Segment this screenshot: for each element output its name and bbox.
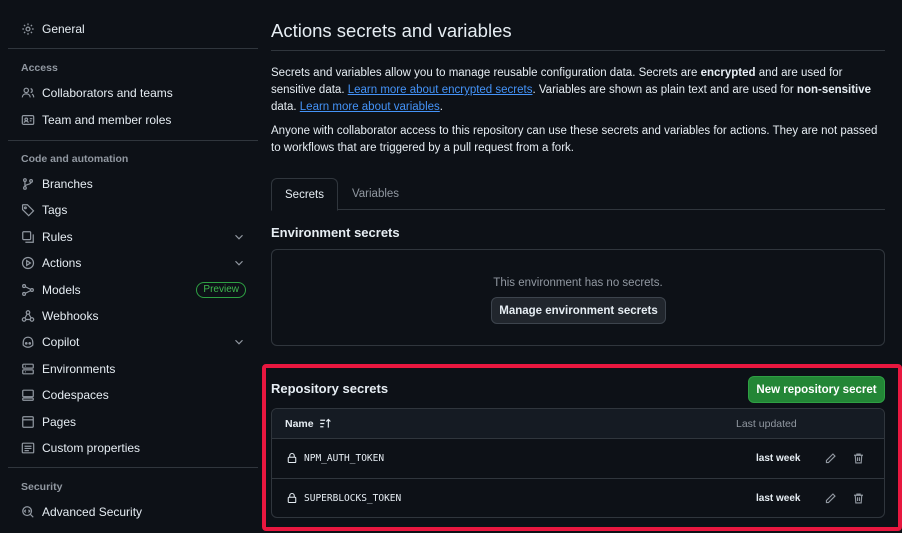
secret-name-cell: NPM_AUTH_TOKEN: [286, 452, 384, 464]
sidebar-item-label: Copilot: [42, 335, 80, 349]
sidebar-item-label: Codespaces: [42, 388, 109, 402]
copilot-icon: [21, 335, 35, 349]
sidebar-item-label: Tags: [42, 203, 68, 217]
people-icon: [21, 86, 35, 100]
secret-name: NPM_AUTH_TOKEN: [304, 452, 385, 464]
intro-bold-non-sensitive: non-sensitive: [796, 84, 872, 96]
sidebar-item-label: Team and member roles: [42, 113, 172, 127]
sidebar-item-label: Rules: [42, 230, 73, 244]
sort-icon[interactable]: [319, 417, 332, 430]
title-divider: [271, 50, 885, 51]
manage-environment-secrets-button[interactable]: Manage environment secrets: [491, 297, 666, 324]
intro-text: Secrets and variables allow you to manag…: [271, 67, 701, 79]
intro-text: . Variables are shown as plain text and …: [532, 84, 797, 96]
environment-secrets-heading: Environment secrets: [271, 225, 400, 240]
sidebar-item-codespaces[interactable]: Codespaces: [8, 382, 258, 408]
settings-sidebar: General Access Collaborators and teams T…: [0, 0, 258, 533]
section-label-security: Security: [21, 481, 63, 493]
column-header-name[interactable]: Name: [285, 417, 332, 430]
chevron-down-icon[interactable]: [232, 335, 246, 349]
tag-icon: [21, 203, 35, 217]
secret-name-cell: SUPERBLOCKS_TOKEN: [286, 492, 401, 504]
play-circle-icon: [21, 256, 35, 270]
tab-bar: Secrets Variables: [271, 178, 885, 211]
sidebar-item-label: Environments: [42, 362, 116, 376]
repository-secrets-heading: Repository secrets: [271, 381, 389, 396]
table-row: SUPERBLOCKS_TOKEN last week: [272, 479, 884, 517]
sidebar-item-label: Custom properties: [42, 441, 141, 455]
note-icon: [21, 441, 35, 455]
secret-updated: last week: [756, 493, 801, 504]
sidebar-item-label: Webhooks: [42, 309, 99, 323]
gear-icon: [21, 22, 35, 36]
sidebar-item-pages[interactable]: Pages: [8, 409, 258, 435]
intro-paragraph: Secrets and variables allow you to manag…: [271, 65, 881, 116]
link-variables[interactable]: Learn more about variables: [300, 101, 440, 113]
sidebar-divider: [8, 48, 258, 49]
sidebar-item-branches[interactable]: Branches: [8, 171, 258, 197]
models-icon: [21, 283, 35, 297]
pencil-icon[interactable]: [824, 492, 837, 505]
trash-icon[interactable]: [852, 452, 865, 465]
webhook-icon: [21, 309, 35, 323]
tab-secrets[interactable]: Secrets: [271, 178, 338, 211]
sidebar-item-environments[interactable]: Environments: [8, 356, 258, 382]
intro-text: .: [439, 101, 443, 113]
repository-secrets-table: Name Last updated NPM_AUTH_TOKEN last we…: [271, 408, 885, 518]
sidebar-divider: [8, 467, 258, 468]
pencil-icon[interactable]: [824, 452, 837, 465]
secret-updated: last week: [756, 453, 801, 464]
sidebar-item-models[interactable]: Models Preview: [8, 277, 258, 303]
sidebar-item-label: General: [42, 22, 85, 36]
sidebar-item-rules[interactable]: Rules: [8, 224, 258, 250]
preview-badge: Preview: [196, 282, 246, 298]
section-label-code-automation: Code and automation: [21, 153, 129, 165]
table-header: Name Last updated: [272, 409, 884, 439]
lock-icon: [287, 492, 297, 504]
sidebar-item-label: Models: [42, 283, 81, 297]
sidebar-divider: [8, 140, 258, 141]
intro-text: data.: [271, 101, 300, 113]
sidebar-item-custom-properties[interactable]: Custom properties: [8, 435, 258, 461]
empty-state-text: This environment has no secrets.: [493, 277, 663, 289]
section-label-access: Access: [21, 62, 58, 74]
sidebar-item-tags[interactable]: Tags: [8, 197, 258, 223]
codescan-icon: [21, 505, 35, 519]
sidebar-item-collaborators[interactable]: Collaborators and teams: [8, 80, 258, 106]
sidebar-item-team-roles[interactable]: Team and member roles: [8, 107, 258, 133]
column-header-label: Name: [285, 417, 314, 430]
access-note: Anyone with collaborator access to this …: [271, 125, 878, 154]
link-encrypted-secrets[interactable]: Learn more about encrypted secrets: [348, 84, 533, 96]
codespaces-icon: [21, 388, 35, 402]
sidebar-item-label: Pages: [42, 415, 77, 429]
table-row: NPM_AUTH_TOKEN last week: [272, 439, 884, 479]
environment-secrets-panel: This environment has no secrets. Manage …: [271, 249, 885, 346]
chevron-down-icon[interactable]: [232, 256, 246, 270]
page-title: Actions secrets and variables: [271, 20, 512, 41]
server-icon: [21, 362, 35, 376]
browser-icon: [21, 415, 35, 429]
sidebar-item-advanced-security[interactable]: Advanced Security: [8, 499, 258, 525]
sidebar-item-label: Actions: [42, 256, 82, 270]
trash-icon[interactable]: [852, 492, 865, 505]
sidebar-item-copilot[interactable]: Copilot: [8, 329, 258, 355]
lock-icon: [287, 452, 297, 464]
rules-icon: [21, 230, 35, 244]
sidebar-item-general[interactable]: General: [8, 16, 258, 42]
sidebar-item-label: Branches: [42, 177, 93, 191]
column-header-last-updated: Last updated: [736, 418, 797, 430]
sidebar-item-webhooks[interactable]: Webhooks: [8, 303, 258, 329]
tab-variables[interactable]: Variables: [338, 178, 413, 210]
sidebar-item-label: Collaborators and teams: [42, 86, 173, 100]
branch-icon: [21, 177, 35, 191]
sidebar-item-actions[interactable]: Actions: [8, 250, 258, 276]
secret-name: SUPERBLOCKS_TOKEN: [304, 492, 402, 504]
chevron-down-icon[interactable]: [232, 230, 246, 244]
new-repository-secret-button[interactable]: New repository secret: [748, 376, 885, 403]
intro-bold-encrypted: encrypted: [700, 67, 756, 79]
id-badge-icon: [21, 113, 35, 127]
sidebar-item-label: Advanced Security: [42, 505, 143, 519]
